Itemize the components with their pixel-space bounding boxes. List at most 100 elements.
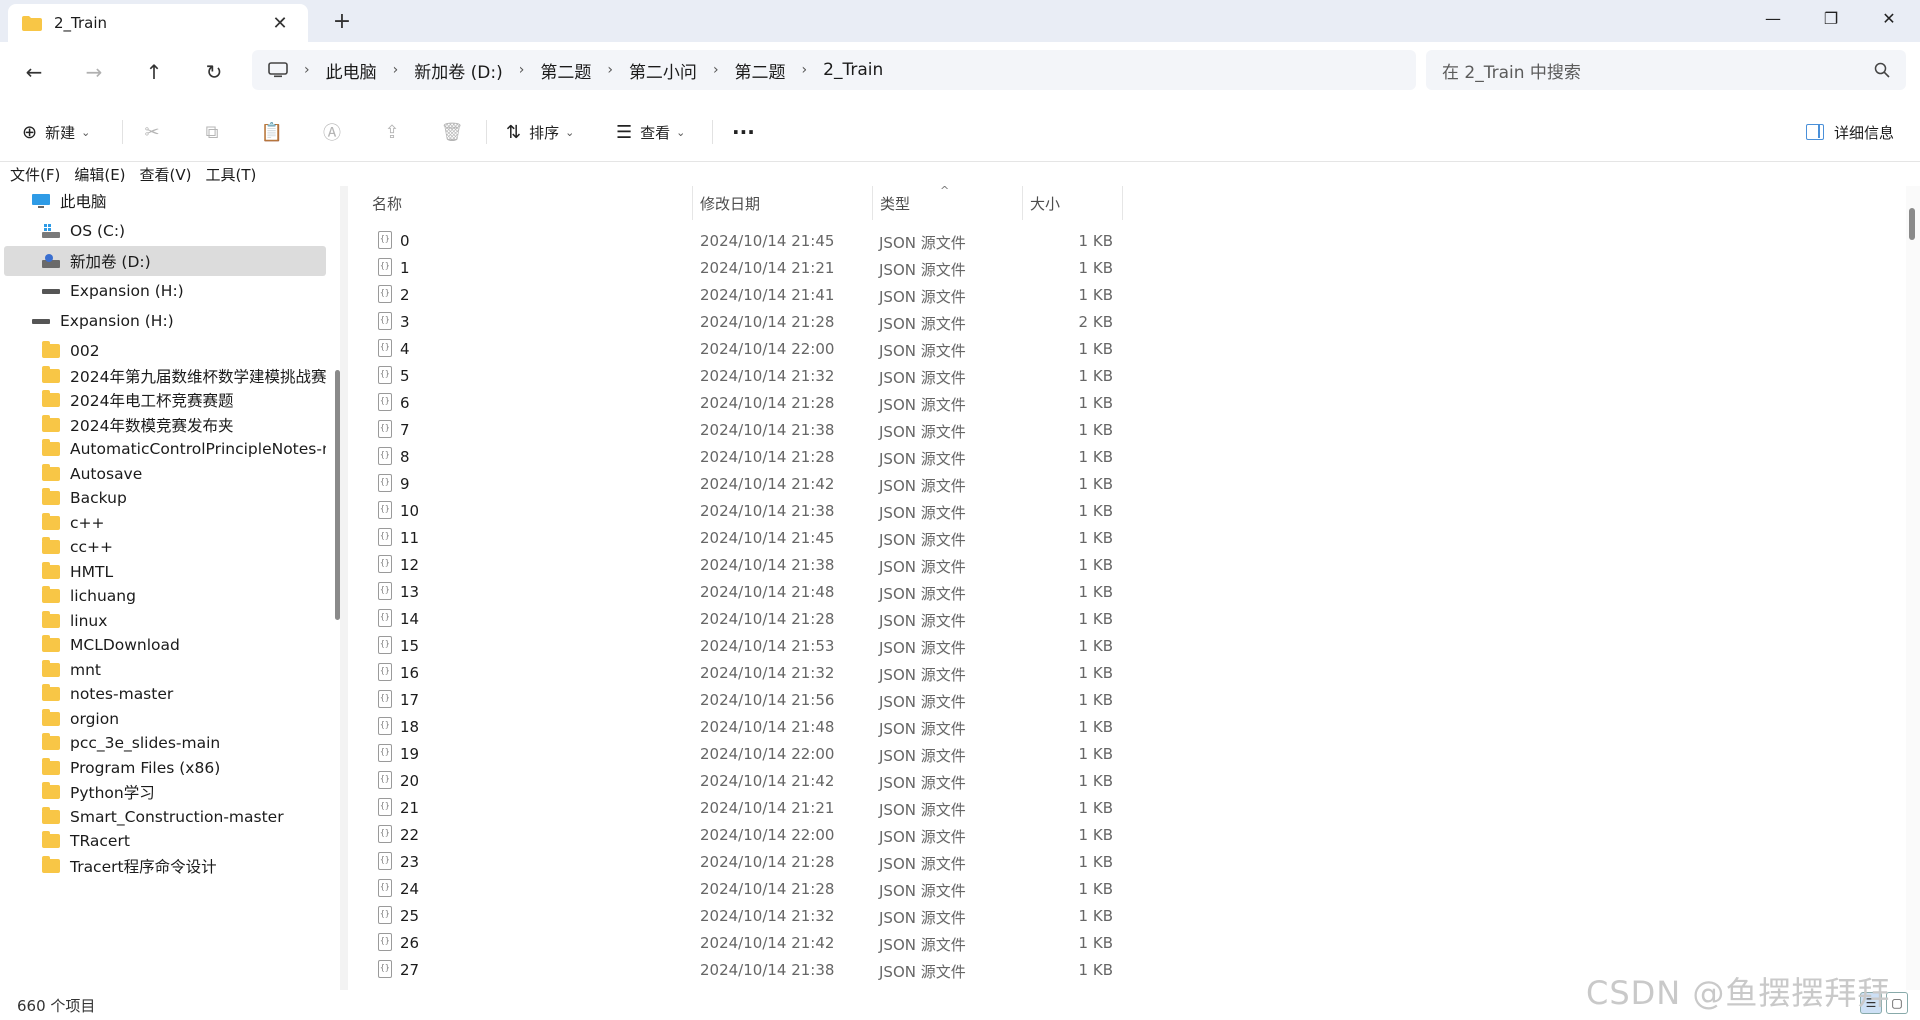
sort-ascending-icon: ^ xyxy=(940,184,950,197)
back-button[interactable]: ← xyxy=(16,54,52,90)
breadcrumb-this-pc[interactable]: 此电脑 xyxy=(316,58,387,83)
table-row[interactable]: 32024/10/14 21:28JSON 源文件2 KB xyxy=(348,309,1248,336)
table-row[interactable]: 262024/10/14 21:42JSON 源文件1 KB xyxy=(348,930,1248,957)
table-row[interactable]: 92024/10/14 21:42JSON 源文件1 KB xyxy=(348,471,1248,498)
search-input[interactable]: 在 2_Train 中搜索 xyxy=(1442,58,1874,83)
table-row[interactable]: 62024/10/14 21:28JSON 源文件1 KB xyxy=(348,390,1248,417)
table-row[interactable]: 12024/10/14 21:21JSON 源文件1 KB xyxy=(348,255,1248,282)
sidebar-item-drive-c[interactable]: OS (C:) xyxy=(4,216,326,246)
table-row[interactable]: 222024/10/14 22:00JSON 源文件1 KB xyxy=(348,822,1248,849)
table-row[interactable]: 162024/10/14 21:32JSON 源文件1 KB xyxy=(348,660,1248,687)
table-row[interactable]: 242024/10/14 21:28JSON 源文件1 KB xyxy=(348,876,1248,903)
address-bar[interactable]: › 此电脑 › 新加卷 (D:) › 第二题 › 第二小问 › 第二题 › 2_… xyxy=(252,50,1416,90)
column-divider[interactable] xyxy=(692,186,693,220)
forward-button[interactable]: → xyxy=(76,54,112,90)
new-button[interactable]: ⊕ 新建 ⌄ xyxy=(22,116,90,148)
sidebar-item-folder[interactable]: Tracert程序命令设计 xyxy=(4,851,326,881)
search-icon[interactable] xyxy=(1874,62,1890,78)
menu-view[interactable]: 查看(V) xyxy=(140,164,192,185)
sort-button[interactable]: ⇅ 排序 ⌄ xyxy=(506,116,574,148)
sidebar-scrollbar[interactable] xyxy=(335,370,340,620)
new-tab-button[interactable]: + xyxy=(328,8,356,36)
folder-icon xyxy=(42,733,60,750)
table-row[interactable]: 182024/10/14 21:48JSON 源文件1 KB xyxy=(348,714,1248,741)
delete-icon[interactable]: 🗑 xyxy=(436,116,468,148)
sidebar-item-this-pc[interactable]: 此电脑 xyxy=(4,186,326,216)
pane-splitter[interactable] xyxy=(340,186,348,990)
toolbar-divider xyxy=(712,120,713,144)
search-box[interactable]: 在 2_Train 中搜索 xyxy=(1426,50,1906,90)
file-size: 1 KB xyxy=(1078,286,1113,304)
computer-icon xyxy=(268,62,288,78)
column-divider[interactable] xyxy=(1022,186,1023,220)
chevron-down-icon: ⌄ xyxy=(676,125,686,139)
table-row[interactable]: 102024/10/14 21:38JSON 源文件1 KB xyxy=(348,498,1248,525)
sidebar-label: Expansion (H:) xyxy=(70,282,184,300)
rename-icon[interactable]: Ⓐ xyxy=(316,116,348,148)
column-divider[interactable] xyxy=(872,186,873,220)
table-row[interactable]: 22024/10/14 21:41JSON 源文件1 KB xyxy=(348,282,1248,309)
column-header-name[interactable]: 名称 xyxy=(372,186,402,220)
usb-drive-icon xyxy=(42,289,60,294)
breadcrumb-folder-3[interactable]: 第二题 xyxy=(725,58,796,83)
table-row[interactable]: 82024/10/14 21:28JSON 源文件1 KB xyxy=(348,444,1248,471)
folder-icon xyxy=(42,586,60,603)
more-options-button[interactable]: ··· xyxy=(732,116,755,148)
menu-tools[interactable]: 工具(T) xyxy=(206,164,257,185)
breadcrumb-separator: › xyxy=(392,62,399,78)
table-row[interactable]: 112024/10/14 21:45JSON 源文件1 KB xyxy=(348,525,1248,552)
view-button[interactable]: ☰ 查看 ⌄ xyxy=(616,116,685,148)
table-row[interactable]: 42024/10/14 22:00JSON 源文件1 KB xyxy=(348,336,1248,363)
minimize-button[interactable]: — xyxy=(1744,0,1802,36)
table-row[interactable]: 202024/10/14 21:42JSON 源文件1 KB xyxy=(348,768,1248,795)
table-row[interactable]: 142024/10/14 21:28JSON 源文件1 KB xyxy=(348,606,1248,633)
table-row[interactable]: 252024/10/14 21:32JSON 源文件1 KB xyxy=(348,903,1248,930)
tab-close-icon[interactable]: ✕ xyxy=(266,13,294,34)
table-row[interactable]: 52024/10/14 21:32JSON 源文件1 KB xyxy=(348,363,1248,390)
scrollbar-thumb[interactable] xyxy=(1909,208,1915,240)
sidebar-label: Smart_Construction-master xyxy=(70,807,284,826)
column-divider[interactable] xyxy=(1122,186,1123,220)
table-row[interactable]: 02024/10/14 21:45JSON 源文件1 KB xyxy=(348,228,1248,255)
sidebar-label: AutomaticControlPrincipleNotes-m xyxy=(70,440,326,458)
breadcrumb-current[interactable]: 2_Train xyxy=(813,60,893,80)
table-row[interactable]: 272024/10/14 21:38JSON 源文件1 KB xyxy=(348,957,1248,984)
close-button[interactable]: ✕ xyxy=(1860,0,1918,36)
refresh-button[interactable]: ↻ xyxy=(196,54,232,90)
tab-2-train[interactable]: 2_Train ✕ xyxy=(8,4,308,42)
table-row[interactable]: 172024/10/14 21:56JSON 源文件1 KB xyxy=(348,687,1248,714)
breadcrumb-separator: › xyxy=(801,62,808,78)
column-header-type[interactable]: 类型 xyxy=(880,186,910,220)
menu-file[interactable]: 文件(F) xyxy=(10,164,60,185)
drive-icon xyxy=(42,254,60,268)
restore-button[interactable]: ❐ xyxy=(1802,0,1860,36)
file-size: 1 KB xyxy=(1078,664,1113,682)
table-row[interactable]: 232024/10/14 21:28JSON 源文件1 KB xyxy=(348,849,1248,876)
table-row[interactable]: 212024/10/14 21:21JSON 源文件1 KB xyxy=(348,795,1248,822)
menu-edit[interactable]: 编辑(E) xyxy=(74,164,125,185)
file-list-scrollbar[interactable] xyxy=(1906,186,1920,990)
sidebar-item-drive-d[interactable]: 新加卷 (D:) xyxy=(4,246,326,276)
sidebar-item-expansion-h[interactable]: Expansion (H:) xyxy=(4,306,326,336)
column-header-date[interactable]: 修改日期 xyxy=(700,186,760,220)
table-row[interactable]: 72024/10/14 21:38JSON 源文件1 KB xyxy=(348,417,1248,444)
column-header-size[interactable]: 大小 xyxy=(1030,186,1060,220)
table-row[interactable]: 132024/10/14 21:48JSON 源文件1 KB xyxy=(348,579,1248,606)
table-row[interactable]: 122024/10/14 21:38JSON 源文件1 KB xyxy=(348,552,1248,579)
copy-icon[interactable]: ⧉ xyxy=(196,116,228,148)
details-pane-button[interactable]: 详细信息 xyxy=(1805,116,1894,148)
up-button[interactable]: ↑ xyxy=(136,54,172,90)
breadcrumb-drive-d[interactable]: 新加卷 (D:) xyxy=(404,58,513,83)
breadcrumb-folder-1[interactable]: 第二题 xyxy=(530,58,601,83)
paste-icon[interactable]: 📋 xyxy=(256,116,288,148)
share-icon[interactable]: ⇪ xyxy=(376,116,408,148)
title-bar: 2_Train ✕ + — ❐ ✕ xyxy=(0,0,1920,42)
sidebar-item-expansion-h-sub[interactable]: Expansion (H:) xyxy=(4,276,326,306)
table-row[interactable]: 152024/10/14 21:53JSON 源文件1 KB xyxy=(348,633,1248,660)
table-row[interactable]: 192024/10/14 22:00JSON 源文件1 KB xyxy=(348,741,1248,768)
cut-icon[interactable]: ✂ xyxy=(136,116,168,148)
file-list: 名称 修改日期 类型 ^ 大小 02024/10/14 21:45JSON 源文… xyxy=(348,184,1908,990)
file-size: 1 KB xyxy=(1078,448,1113,466)
breadcrumb-folder-2[interactable]: 第二小问 xyxy=(619,58,707,83)
sidebar-label: Autosave xyxy=(70,464,143,483)
